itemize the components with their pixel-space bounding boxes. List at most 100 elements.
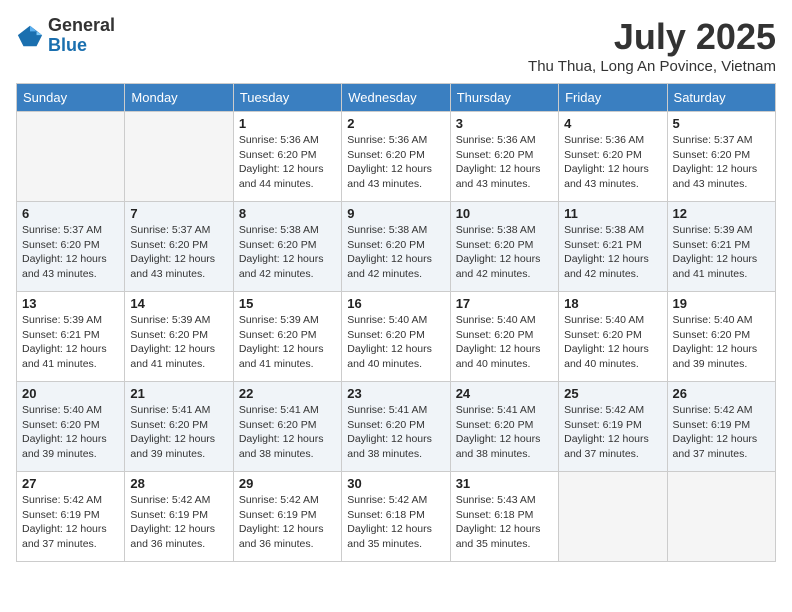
day-number: 31: [456, 476, 553, 491]
calendar-week-row: 20 Sunrise: 5:40 AM Sunset: 6:20 PM Dayli…: [17, 382, 776, 472]
calendar-day-cell: 24Sunrise: 5:41 AM Sunset: 6:20 PM Dayli…: [450, 382, 558, 472]
header-saturday: Saturday: [667, 84, 775, 112]
calendar-day-cell: 18 Sunrise: 5:40 AM Sunset: 6:20 PM Dayli…: [559, 292, 667, 382]
day-info: Sunrise: 5:39 AM Sunset: 6:21 PM Dayligh…: [673, 223, 770, 282]
calendar-day-cell: 10 Sunrise: 5:38 AM Sunset: 6:20 PM Dayli…: [450, 202, 558, 292]
day-info: Sunrise: 5:36 AM Sunset: 6:20 PM Dayligh…: [564, 133, 661, 192]
calendar-day-cell: 11 Sunrise: 5:38 AM Sunset: 6:21 PM Dayli…: [559, 202, 667, 292]
day-number: 18: [564, 296, 661, 311]
day-info: Sunrise: 5:37 AM Sunset: 6:20 PM Dayligh…: [22, 223, 119, 282]
logo-text: General Blue: [48, 16, 115, 56]
day-number: 22: [239, 386, 336, 401]
day-info: Sunrise: 5:43 AM Sunset: 6:18 PM Dayligh…: [456, 493, 553, 552]
day-info: Sunrise: 5:41 AM Sunset: 6:20 PM Dayligh…: [130, 403, 227, 462]
day-info: Sunrise: 5:40 AM Sunset: 6:20 PM Dayligh…: [564, 313, 661, 372]
day-info: Sunrise: 5:41 AM Sunset: 6:20 PM Dayligh…: [347, 403, 444, 462]
day-number: 26: [673, 386, 770, 401]
day-number: 29: [239, 476, 336, 491]
day-info: Sunrise: 5:40 AM Sunset: 6:20 PM Dayligh…: [347, 313, 444, 372]
day-number: 5: [673, 116, 770, 131]
day-info: Sunrise: 5:38 AM Sunset: 6:20 PM Dayligh…: [347, 223, 444, 282]
day-number: 13: [22, 296, 119, 311]
day-number: 25: [564, 386, 661, 401]
day-info: Sunrise: 5:38 AM Sunset: 6:21 PM Dayligh…: [564, 223, 661, 282]
calendar-day-cell: 16Sunrise: 5:40 AM Sunset: 6:20 PM Dayli…: [342, 292, 450, 382]
calendar-day-cell: [125, 112, 233, 202]
day-number: 10: [456, 206, 553, 221]
day-number: 1: [239, 116, 336, 131]
day-info: Sunrise: 5:42 AM Sunset: 6:19 PM Dayligh…: [130, 493, 227, 552]
day-number: 9: [347, 206, 444, 221]
day-info: Sunrise: 5:37 AM Sunset: 6:20 PM Dayligh…: [673, 133, 770, 192]
calendar-day-cell: [17, 112, 125, 202]
day-number: 11: [564, 206, 661, 221]
day-info: Sunrise: 5:39 AM Sunset: 6:20 PM Dayligh…: [239, 313, 336, 372]
day-info: Sunrise: 5:41 AM Sunset: 6:20 PM Dayligh…: [239, 403, 336, 462]
calendar-week-row: 27 Sunrise: 5:42 AM Sunset: 6:19 PM Dayli…: [17, 472, 776, 562]
title-block: July 2025 Thu Thua, Long An Povince, Vie…: [528, 16, 776, 75]
day-number: 27: [22, 476, 119, 491]
day-info: Sunrise: 5:42 AM Sunset: 6:19 PM Dayligh…: [22, 493, 119, 552]
day-info: Sunrise: 5:36 AM Sunset: 6:20 PM Dayligh…: [347, 133, 444, 192]
day-number: 23: [347, 386, 444, 401]
calendar-day-cell: [559, 472, 667, 562]
day-number: 4: [564, 116, 661, 131]
day-number: 19: [673, 296, 770, 311]
calendar-day-cell: 26 Sunrise: 5:42 AM Sunset: 6:19 PM Dayli…: [667, 382, 775, 472]
day-number: 28: [130, 476, 227, 491]
header-monday: Monday: [125, 84, 233, 112]
calendar-day-cell: 27 Sunrise: 5:42 AM Sunset: 6:19 PM Dayli…: [17, 472, 125, 562]
day-info: Sunrise: 5:39 AM Sunset: 6:21 PM Dayligh…: [22, 313, 119, 372]
day-number: 30: [347, 476, 444, 491]
calendar-day-cell: 9 Sunrise: 5:38 AM Sunset: 6:20 PM Daylig…: [342, 202, 450, 292]
day-info: Sunrise: 5:40 AM Sunset: 6:20 PM Dayligh…: [22, 403, 119, 462]
header-thursday: Thursday: [450, 84, 558, 112]
day-number: 6: [22, 206, 119, 221]
calendar-day-cell: 1Sunrise: 5:36 AM Sunset: 6:20 PM Daylig…: [233, 112, 341, 202]
calendar-day-cell: 5 Sunrise: 5:37 AM Sunset: 6:20 PM Daylig…: [667, 112, 775, 202]
day-info: Sunrise: 5:42 AM Sunset: 6:19 PM Dayligh…: [564, 403, 661, 462]
logo-general-text: General: [48, 16, 115, 36]
day-number: 15: [239, 296, 336, 311]
day-info: Sunrise: 5:41 AM Sunset: 6:20 PM Dayligh…: [456, 403, 553, 462]
logo-blue-text: Blue: [48, 36, 115, 56]
header-friday: Friday: [559, 84, 667, 112]
calendar-day-cell: 31 Sunrise: 5:43 AM Sunset: 6:18 PM Dayli…: [450, 472, 558, 562]
day-info: Sunrise: 5:38 AM Sunset: 6:20 PM Dayligh…: [456, 223, 553, 282]
day-number: 3: [456, 116, 553, 131]
header-tuesday: Tuesday: [233, 84, 341, 112]
day-info: Sunrise: 5:42 AM Sunset: 6:19 PM Dayligh…: [673, 403, 770, 462]
calendar-day-cell: 17Sunrise: 5:40 AM Sunset: 6:20 PM Dayli…: [450, 292, 558, 382]
calendar-day-cell: 15 Sunrise: 5:39 AM Sunset: 6:20 PM Dayli…: [233, 292, 341, 382]
calendar-day-cell: 6 Sunrise: 5:37 AM Sunset: 6:20 PM Daylig…: [17, 202, 125, 292]
day-number: 17: [456, 296, 553, 311]
calendar-day-cell: 13 Sunrise: 5:39 AM Sunset: 6:21 PM Dayli…: [17, 292, 125, 382]
day-info: Sunrise: 5:39 AM Sunset: 6:20 PM Dayligh…: [130, 313, 227, 372]
calendar-day-cell: 8Sunrise: 5:38 AM Sunset: 6:20 PM Daylig…: [233, 202, 341, 292]
month-year-title: July 2025: [528, 16, 776, 58]
day-info: Sunrise: 5:42 AM Sunset: 6:19 PM Dayligh…: [239, 493, 336, 552]
calendar-day-cell: 25 Sunrise: 5:42 AM Sunset: 6:19 PM Dayli…: [559, 382, 667, 472]
calendar-day-cell: 2 Sunrise: 5:36 AM Sunset: 6:20 PM Daylig…: [342, 112, 450, 202]
calendar-day-cell: 4 Sunrise: 5:36 AM Sunset: 6:20 PM Daylig…: [559, 112, 667, 202]
calendar-week-row: 6 Sunrise: 5:37 AM Sunset: 6:20 PM Daylig…: [17, 202, 776, 292]
day-number: 2: [347, 116, 444, 131]
day-info: Sunrise: 5:37 AM Sunset: 6:20 PM Dayligh…: [130, 223, 227, 282]
calendar-day-cell: 23 Sunrise: 5:41 AM Sunset: 6:20 PM Dayli…: [342, 382, 450, 472]
calendar-week-row: 1 Sunrise: 5:36 AM Sunset: 6:20 PM Daylig…: [17, 112, 776, 202]
calendar-header-row: Sunday Monday Tuesday Wednesday Thursday…: [17, 84, 776, 112]
header-sunday: Sunday: [17, 84, 125, 112]
calendar-day-cell: 21 Sunrise: 5:41 AM Sunset: 6:20 PM Dayli…: [125, 382, 233, 472]
calendar-day-cell: 7 Sunrise: 5:37 AM Sunset: 6:20 PM Daylig…: [125, 202, 233, 292]
day-number: 12: [673, 206, 770, 221]
header-wednesday: Wednesday: [342, 84, 450, 112]
day-number: 20: [22, 386, 119, 401]
day-number: 7: [130, 206, 227, 221]
calendar-day-cell: 28 Sunrise: 5:42 AM Sunset: 6:19 PM Dayli…: [125, 472, 233, 562]
day-number: 14: [130, 296, 227, 311]
day-info: Sunrise: 5:40 AM Sunset: 6:20 PM Dayligh…: [673, 313, 770, 372]
calendar-day-cell: 3 Sunrise: 5:36 AM Sunset: 6:20 PM Daylig…: [450, 112, 558, 202]
day-number: 21: [130, 386, 227, 401]
day-info: Sunrise: 5:36 AM Sunset: 6:20 PM Dayligh…: [456, 133, 553, 192]
day-info: Sunrise: 5:38 AM Sunset: 6:20 PM Dayligh…: [239, 223, 336, 282]
